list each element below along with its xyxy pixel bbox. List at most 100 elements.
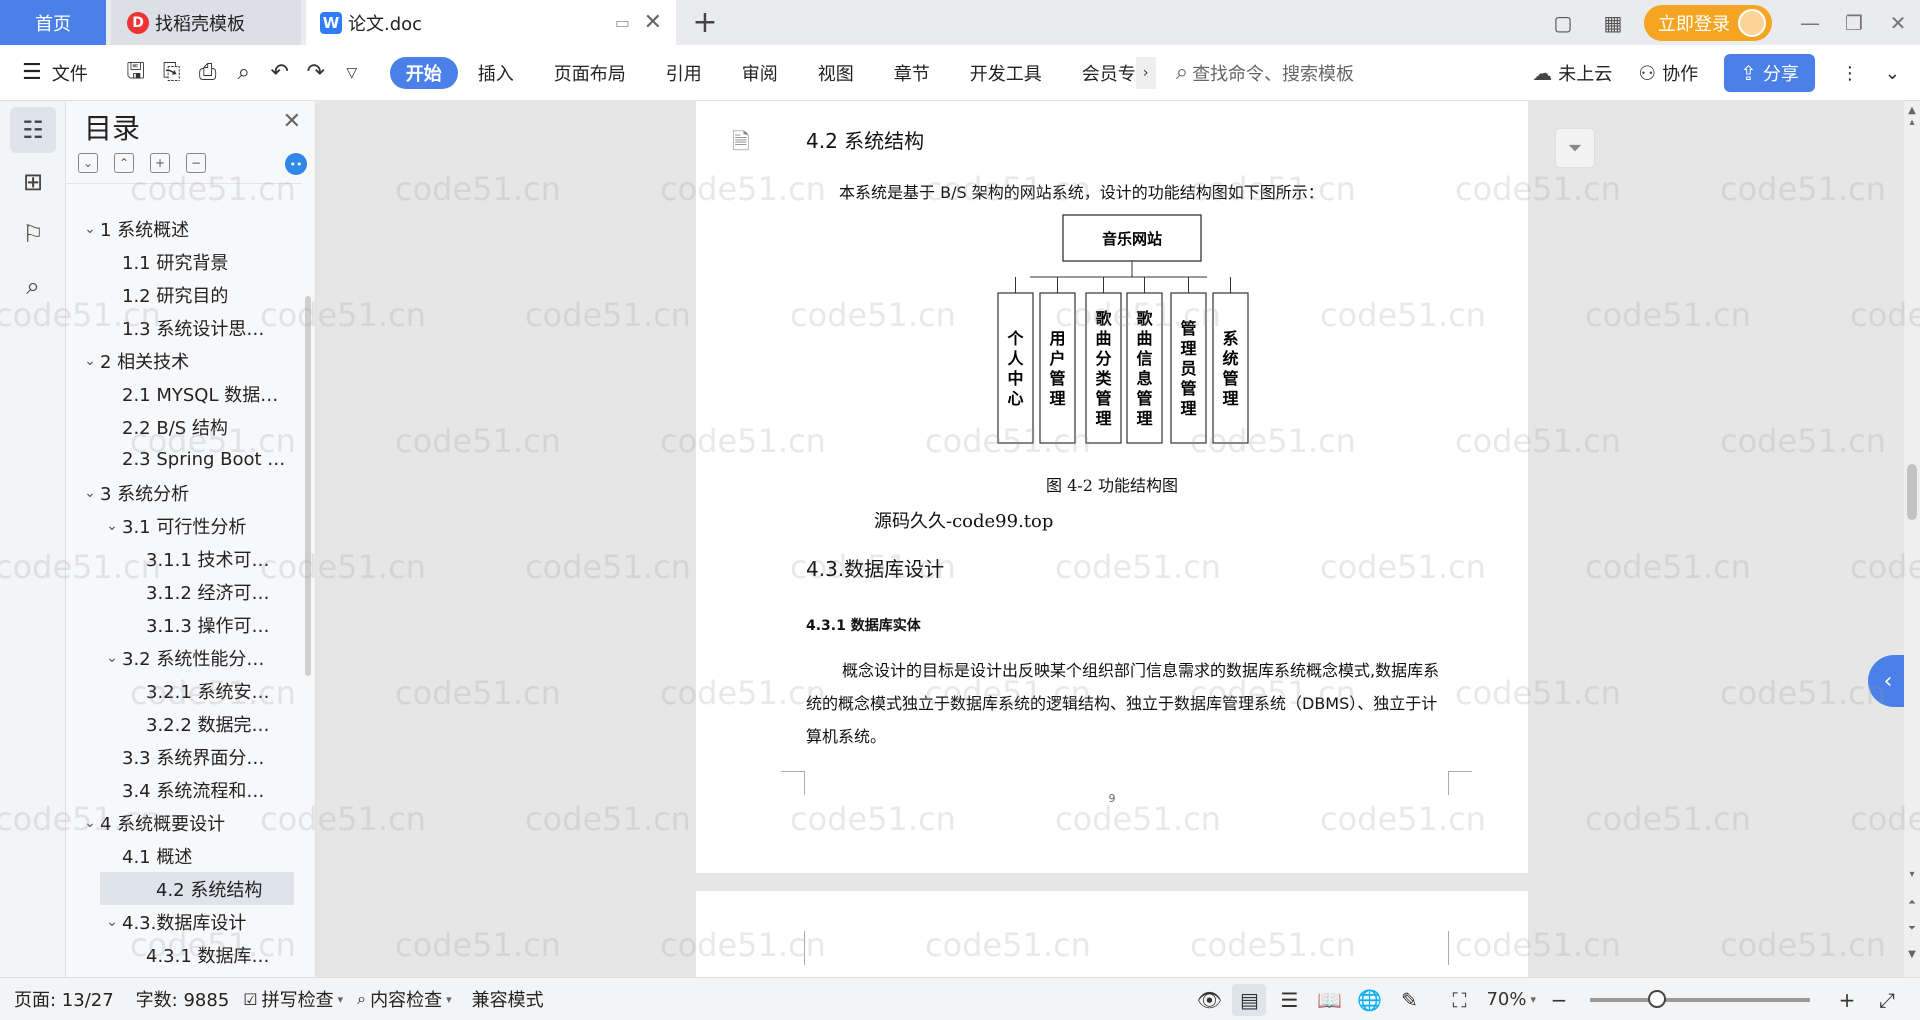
expand-all-icon[interactable]: ⌄: [78, 153, 98, 173]
outline-scrollbar[interactable]: [305, 296, 311, 676]
add-heading-icon[interactable]: +: [150, 153, 170, 173]
file-menu[interactable]: ☰ 文件: [22, 60, 88, 86]
new-tab-button[interactable]: +: [690, 0, 720, 45]
next-page-icon[interactable]: ⏷: [1904, 923, 1920, 934]
chevron-down-icon[interactable]: ⌄: [102, 914, 122, 930]
web-view-icon[interactable]: 🌐: [1352, 984, 1386, 1016]
collapse-all-icon[interactable]: ⌃: [114, 153, 134, 173]
scroll-up-icon[interactable]: ▲: [1904, 105, 1920, 116]
close-window-icon[interactable]: ✕: [1876, 11, 1920, 35]
redo-icon[interactable]: ↷: [298, 55, 334, 91]
tab-start[interactable]: 开始: [389, 56, 458, 89]
page-indicator[interactable]: 页面: 13/27: [14, 986, 114, 1012]
zoom-knob[interactable]: [1648, 989, 1666, 1008]
outline-item[interactable]: 3.2.2 数据完…: [66, 707, 302, 740]
tab-developer[interactable]: 开发工具: [950, 57, 1062, 89]
chevron-down-icon[interactable]: ⌄: [80, 815, 100, 831]
export-icon[interactable]: ⎘: [154, 55, 190, 91]
outline-item[interactable]: 2.1 MYSQL 数据…: [66, 377, 302, 410]
command-search[interactable]: ⌕ 查找命令、搜索模板: [1176, 60, 1354, 86]
zoom-out-icon[interactable]: −: [1542, 984, 1576, 1016]
tab-insert[interactable]: 插入: [458, 57, 534, 89]
scroll-down-icon[interactable]: ▾: [1904, 869, 1920, 880]
smart-outline-icon[interactable]: ••: [285, 153, 307, 175]
scroll-up-icon[interactable]: ▴: [1904, 117, 1920, 128]
outline-item[interactable]: 2.2 B/S 结构: [66, 410, 302, 443]
outline-item[interactable]: ⌄ 4.3.数据库设计: [66, 905, 302, 938]
close-outline-icon[interactable]: ✕: [283, 109, 301, 134]
outline-view-icon[interactable]: ☰: [1272, 984, 1306, 1016]
read-view-icon[interactable]: 📖: [1312, 984, 1346, 1016]
preview-icon[interactable]: ⌕: [226, 55, 262, 91]
tab-references[interactable]: 引用: [646, 57, 722, 89]
outline-item[interactable]: 4.1 概述: [66, 839, 302, 872]
chevron-down-icon[interactable]: ⌄: [102, 650, 122, 666]
undo-icon[interactable]: ↶: [262, 55, 298, 91]
zoom-in-icon[interactable]: +: [1830, 984, 1864, 1016]
chevron-down-icon[interactable]: ⌄: [102, 518, 122, 534]
scroll-down-icon[interactable]: ▼: [1904, 949, 1920, 960]
fullscreen-icon[interactable]: ⤢: [1870, 984, 1904, 1016]
paragraph-menu-icon[interactable]: 🗎: [732, 125, 750, 163]
outline-item[interactable]: 3.1.1 技术可…: [66, 542, 302, 575]
zoom-dropdown-icon[interactable]: ▾: [1530, 993, 1536, 1006]
more-options-icon[interactable]: ⋮: [1841, 63, 1859, 84]
prev-page-icon[interactable]: ⏶: [1904, 897, 1920, 908]
chevron-down-icon[interactable]: ⌄: [80, 221, 100, 237]
more-tabs-icon[interactable]: ›: [1135, 56, 1156, 89]
tab-view[interactable]: 视图: [798, 57, 874, 89]
pin-icon[interactable]: ▭: [615, 13, 630, 32]
outline-item[interactable]: 1.2 研究目的: [66, 278, 302, 311]
outline-item[interactable]: 3.1.3 操作可…: [66, 608, 302, 641]
bookmark-icon[interactable]: ⚐: [10, 211, 56, 257]
login-button[interactable]: 立即登录: [1644, 4, 1772, 41]
next-page[interactable]: [696, 891, 1528, 977]
outline-item[interactable]: ⌄ 3.2 系统性能分…: [66, 641, 302, 674]
tab-chapter[interactable]: 章节: [874, 57, 950, 89]
layout-icon[interactable]: ▢: [1548, 8, 1578, 38]
outline-item[interactable]: 1.3 系统设计思…: [66, 311, 302, 344]
zoom-level[interactable]: 70%: [1486, 989, 1526, 1010]
tab-member[interactable]: 会员专: [1062, 57, 1136, 89]
customize-icon[interactable]: ▽: [334, 55, 370, 91]
chevron-down-icon[interactable]: ⌄: [80, 485, 100, 501]
share-button[interactable]: ⇪ 分享: [1724, 54, 1815, 92]
fit-page-icon[interactable]: ⛶: [1442, 984, 1476, 1016]
outline-item[interactable]: 1.1 研究背景: [66, 245, 302, 278]
collab-button[interactable]: ⚇ 协作: [1638, 60, 1698, 86]
outline-icon[interactable]: ☷: [10, 107, 56, 153]
outline-item[interactable]: ⌄ 1 系统概述: [66, 212, 302, 245]
restore-icon[interactable]: ❐: [1832, 11, 1876, 35]
outline-item-selected[interactable]: 4.2 系统结构: [100, 872, 294, 905]
outline-item[interactable]: 3.1.2 经济可…: [66, 575, 302, 608]
zoom-slider[interactable]: [1590, 989, 1810, 1008]
outline-item[interactable]: 4.3.1 数据库…: [66, 938, 302, 971]
outline-item[interactable]: ⌄ 2 相关技术: [66, 344, 302, 377]
filter-tool-icon[interactable]: ⏷: [1555, 128, 1595, 168]
eye-protection-icon[interactable]: 👁: [1192, 984, 1226, 1016]
grid-icon[interactable]: ▦: [1598, 8, 1628, 38]
word-count[interactable]: 字数: 9885: [136, 986, 230, 1012]
side-panel-toggle-icon[interactable]: ‹: [1868, 655, 1904, 707]
tab-page-layout[interactable]: 页面布局: [534, 57, 646, 89]
tab-document[interactable]: W 论文.doc ▭ ✕: [306, 0, 676, 45]
minimize-icon[interactable]: —: [1788, 11, 1832, 35]
cloud-status-button[interactable]: ☁ 未上云: [1532, 60, 1612, 86]
outline-item[interactable]: 2.3 Spring Boot …: [66, 443, 302, 476]
scroll-thumb[interactable]: [1907, 464, 1917, 520]
spell-check-button[interactable]: ☑ 拼写检查 ▾: [243, 986, 343, 1012]
content-check-button[interactable]: ⌕ 内容检查 ▾: [357, 986, 452, 1012]
tab-home[interactable]: 首页: [0, 0, 106, 45]
save-icon[interactable]: 🖫: [118, 55, 154, 91]
collapse-ribbon-icon[interactable]: ⌄: [1885, 63, 1900, 84]
outline-item[interactable]: 3.4 系统流程和…: [66, 773, 302, 806]
vertical-scrollbar[interactable]: ▲ ▴ ▾ ⏶ ⏷ ▼: [1904, 101, 1920, 977]
document-page[interactable]: 🗎 4.2 系统结构 本系统是基于 B/S 架构的网站系统，设计的功能结构图如下…: [696, 101, 1528, 873]
outline-item[interactable]: ⌄ 3 系统分析: [66, 476, 302, 509]
find-icon[interactable]: ⌕: [10, 263, 56, 309]
edit-view-icon[interactable]: ✎: [1392, 984, 1426, 1016]
outline-item[interactable]: ⌄ 4 系统概要设计: [66, 806, 302, 839]
outline-item[interactable]: 3.2.1 系统安…: [66, 674, 302, 707]
page-view-icon[interactable]: ▤: [1232, 983, 1267, 1016]
remove-heading-icon[interactable]: −: [186, 153, 206, 173]
